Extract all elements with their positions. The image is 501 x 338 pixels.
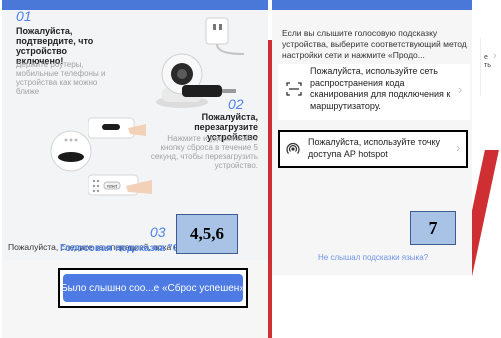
chevron-right-icon: › — [458, 82, 463, 97]
edge-panel: е ть › — [480, 38, 501, 96]
qr-option-label: Пожалуйста, используйте сеть распростран… — [310, 66, 451, 111]
annotation-label-7: 7 — [410, 211, 456, 245]
right-screen: Если вы слышите голосовую подсказку устр… — [272, 0, 472, 338]
step1-description: Держите роутеры, мобильные телефоны и ус… — [16, 60, 106, 96]
confirm-reset-button[interactable]: Было слышно соо...е «Сброс успешен» — [58, 268, 248, 308]
plug-icon — [202, 16, 252, 61]
device-reset-illustration — [87, 114, 148, 151]
hotspot-icon — [286, 142, 300, 161]
step2-description: Нажмите и удерживайте кнопку сброса в те… — [150, 134, 258, 170]
annotation-label-456: 4,5,6 — [176, 214, 238, 254]
left-top-bar — [2, 0, 268, 10]
qr-network-option[interactable]: Пожалуйста, используйте сеть распростран… — [278, 64, 470, 120]
svg-text:reset: reset — [107, 184, 118, 189]
confirm-reset-button-label: Было слышно соо...е «Сброс успешен» — [61, 282, 245, 294]
intro-text: Если вы слышите голосовую подсказку устр… — [282, 28, 467, 60]
chevron-right-icon: › — [456, 140, 461, 155]
ap-option-label: Пожалуйста, используйте точку доступа AP… — [308, 137, 440, 159]
right-top-bar — [272, 0, 472, 10]
voice-prompt-link[interactable]: Голосовая подсказка "Сб — [60, 243, 186, 254]
confirm-reset-button-inner[interactable]: Было слышно соо...е «Сброс успешен» — [61, 274, 245, 302]
chevron-right-icon: › — [493, 50, 497, 62]
scan-qr-icon — [286, 82, 302, 101]
reset-button-illustration: reset — [87, 174, 152, 201]
no-voice-prompt-link[interactable]: Не слышал подсказки языка? — [318, 253, 428, 262]
ap-hotspot-option[interactable]: Пожалуйста, используйте точку доступа AP… — [278, 130, 468, 168]
left-screen: 01 Пожалуйста, подтвердите, что устройст… — [2, 0, 268, 338]
step3-number: 03 — [150, 224, 166, 240]
edge-panel-text: е ть — [484, 54, 491, 69]
step1-number: 01 — [16, 8, 32, 24]
step2-number: 02 — [228, 96, 244, 112]
